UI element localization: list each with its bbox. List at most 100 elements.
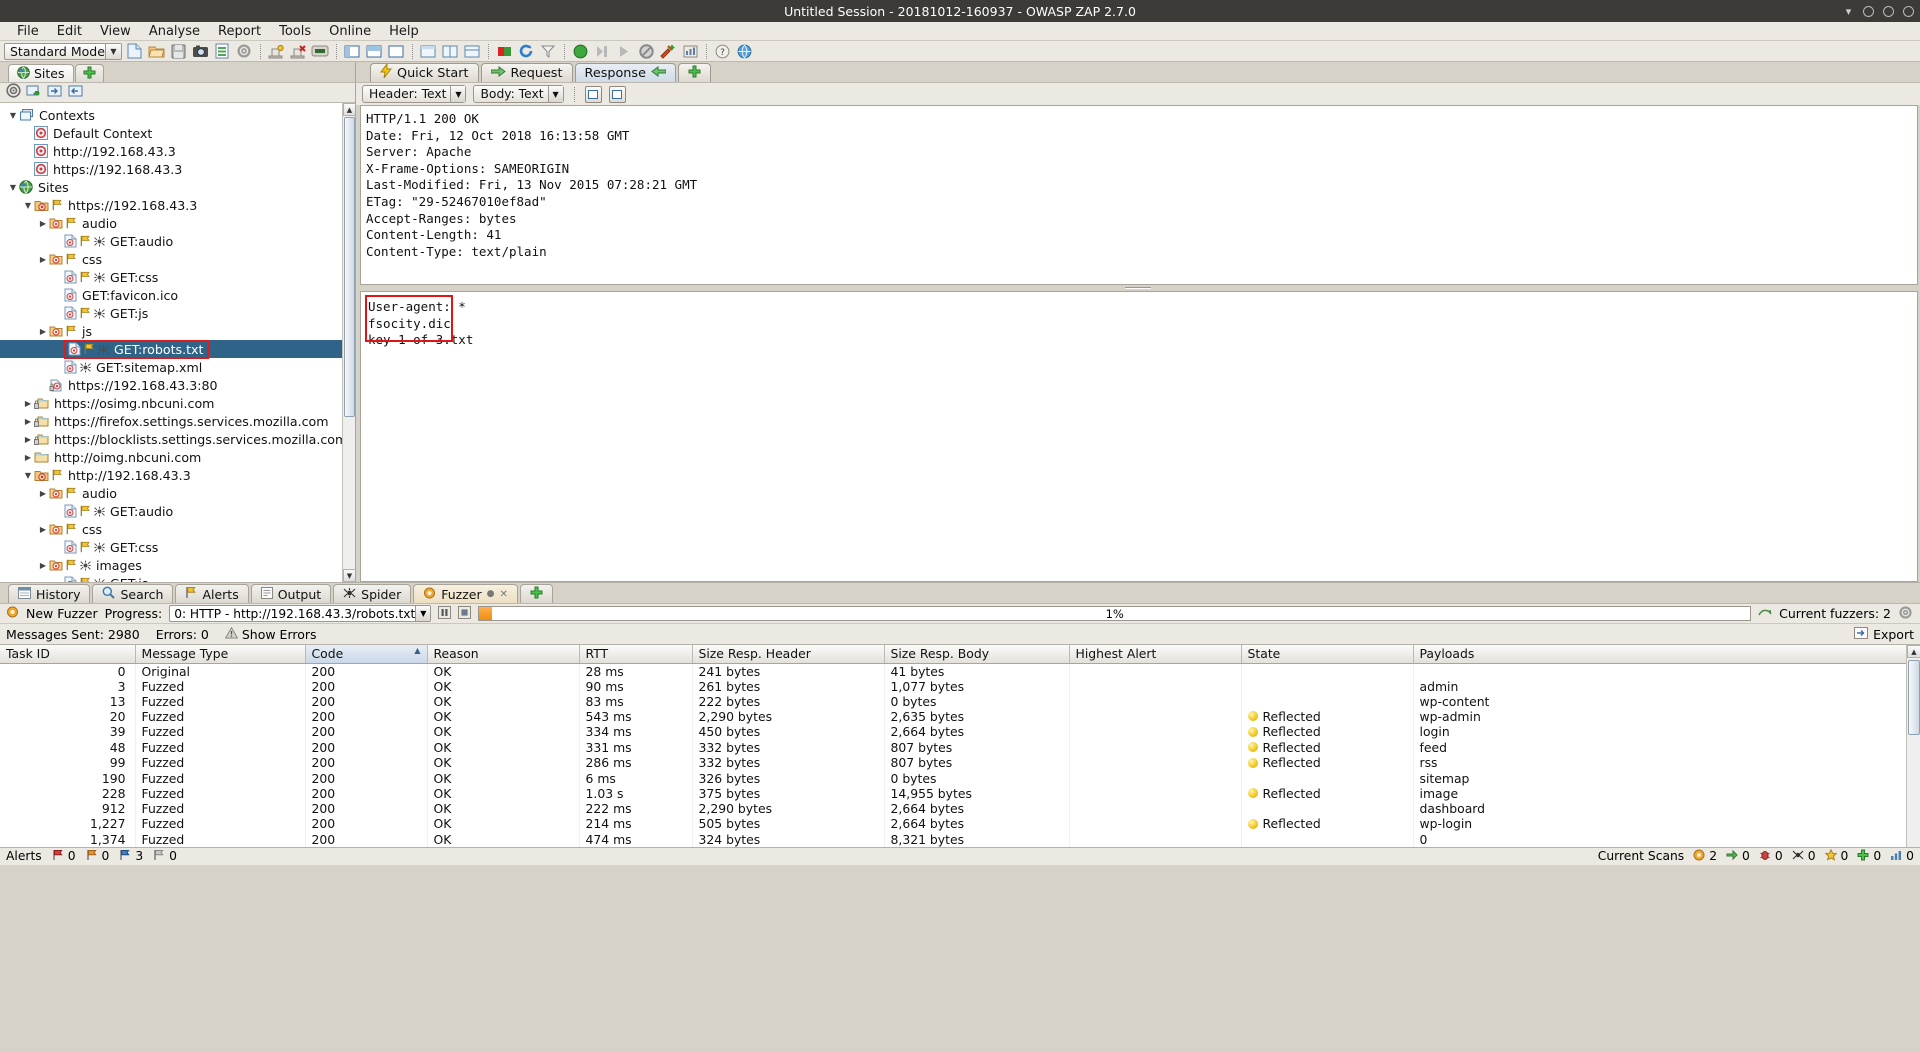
sites-tabstrip[interactable]: Sites	[0, 62, 355, 82]
break-icon[interactable]	[637, 42, 656, 61]
tree-toggle-expanded-icon[interactable]: ▼	[22, 201, 34, 210]
scroll-down-icon[interactable]: ▼	[343, 569, 355, 582]
tree-node-content[interactable]: audio	[49, 216, 117, 231]
alert-count-orange[interactable]: 0	[86, 849, 109, 864]
tree-node-content[interactable]: GET:audio	[64, 504, 173, 519]
tree-node[interactable]: ▼ Contexts	[0, 106, 355, 124]
filter-icon[interactable]	[539, 42, 558, 61]
tree-node[interactable]: GET:js	[0, 304, 355, 322]
tab-output[interactable]: Output	[250, 584, 332, 603]
tree-node-content[interactable]: https://192.168.43.3	[34, 198, 197, 213]
table-row[interactable]: 190 Fuzzed 200 OK 6 ms 326 bytes 0 bytes sitema…	[0, 770, 1920, 786]
tree-node-content[interactable]: css	[49, 252, 102, 267]
column-header-task-id[interactable]: Task ID	[0, 645, 136, 664]
tree-toggle-collapsed-icon[interactable]: ▶	[22, 417, 34, 426]
tree-node-content[interactable]: GET:css	[64, 540, 158, 555]
tree-node[interactable]: GET:css	[0, 268, 355, 286]
tree-node[interactable]: ▼ https://192.168.43.3	[0, 196, 355, 214]
tree-node[interactable]: ▶ audio	[0, 214, 355, 232]
fuzzer-progress-select[interactable]: 0: HTTP - http://192.168.43.3/robots.txt…	[169, 605, 432, 622]
menu-online[interactable]: Online	[320, 23, 380, 40]
sites-tree-scroll-thumb[interactable]	[344, 117, 355, 417]
export-context-icon[interactable]	[68, 84, 84, 102]
scan-count-ajax[interactable]: 0	[1792, 849, 1816, 864]
scan-policy-icon[interactable]	[311, 42, 330, 61]
split-layout-icon[interactable]	[441, 42, 460, 61]
fuzzer-pin-icon[interactable]: ●	[487, 589, 495, 599]
tree-node[interactable]: Default Context	[0, 124, 355, 142]
tab-request[interactable]: Request	[480, 63, 573, 82]
tab-history[interactable]: History	[8, 584, 91, 603]
sites-panel-toolbar[interactable]	[0, 82, 355, 103]
tree-node[interactable]: GET:js	[0, 574, 355, 582]
new-fuzzer-label[interactable]: New Fuzzer	[26, 606, 98, 621]
tree-node-content[interactable]: GET:favicon.ico	[64, 288, 178, 303]
column-header-rtt[interactable]: RTT	[579, 645, 693, 664]
alert-count-grey[interactable]: 0	[153, 849, 177, 864]
expand-layout-icon[interactable]	[419, 42, 438, 61]
tab-response[interactable]: Response	[574, 63, 676, 82]
tree-node[interactable]: http://192.168.43.3	[0, 142, 355, 160]
tree-node-content[interactable]: GET:js	[64, 306, 148, 321]
tree-node-content[interactable]: GET:audio	[64, 234, 173, 249]
chevron-down-icon[interactable]: ▼	[415, 606, 431, 621]
refresh-icon[interactable]	[517, 42, 536, 61]
main-toolbar[interactable]: Standard Mode ▼ ?	[0, 41, 1920, 62]
tree-node[interactable]: ▶ images	[0, 556, 355, 574]
continue-icon[interactable]	[615, 42, 634, 61]
tree-node-content[interactable]: GET:css	[64, 270, 158, 285]
tab-search[interactable]: Search	[92, 584, 174, 603]
tab-add-panel[interactable]	[74, 64, 104, 82]
scan-count-fuzzer[interactable]: 2	[1693, 849, 1717, 864]
scan-count-plus[interactable]: 0	[1857, 849, 1881, 864]
table-row[interactable]: 228 Fuzzed 200 OK 1.03 s 375 bytes 14,955 byte…	[0, 785, 1920, 801]
tab-add-message-panel[interactable]	[677, 63, 711, 82]
tab-quick-start[interactable]: Quick Start	[370, 62, 479, 82]
scope-icon[interactable]	[6, 83, 21, 102]
full-layout-icon[interactable]	[463, 42, 482, 61]
tree-node-content[interactable]: images	[49, 558, 142, 573]
tree-node[interactable]: GET:css	[0, 538, 355, 556]
mode-select[interactable]: Standard Mode ▼	[4, 42, 122, 60]
tree-toggle-expanded-icon[interactable]: ▼	[7, 183, 19, 192]
menu-tools[interactable]: Tools	[270, 23, 320, 40]
tree-node[interactable]: ▶ http://oimg.nbcuni.com	[0, 448, 355, 466]
new-fuzzer-icon[interactable]	[6, 606, 19, 621]
snapshot-icon[interactable]	[191, 42, 210, 61]
column-header-highest-alert[interactable]: Highest Alert	[1069, 645, 1242, 664]
session-properties-icon[interactable]	[213, 42, 232, 61]
new-session-icon[interactable]	[125, 42, 144, 61]
fuzzer-options-gear-icon[interactable]	[1898, 605, 1913, 623]
tree-toggle-collapsed-icon[interactable]: ▶	[37, 219, 49, 228]
show-errors-button[interactable]: Show Errors	[224, 626, 317, 642]
bottom-tabstrip[interactable]: History Search Alerts Output Spider Fuzz…	[0, 582, 1920, 603]
column-header-payloads[interactable]: Payloads	[1413, 645, 1920, 664]
fuzzer-results-table[interactable]: Task ID Message Type Code ▲ Reason RTT Size Re…	[0, 645, 1920, 847]
tab-alerts[interactable]: Alerts	[175, 584, 249, 603]
tree-node-content[interactable]: GET:js	[64, 576, 148, 582]
window-controls[interactable]: ▾	[1843, 0, 1914, 22]
response-header-view[interactable]: HTTP/1.1 200 OK Date: Fri, 12 Oct 2018 1…	[360, 105, 1918, 285]
panel-layout-3-icon[interactable]	[387, 42, 406, 61]
browser-icon[interactable]	[735, 42, 754, 61]
tree-node[interactable]: ▶ https://osimg.nbcuni.com	[0, 394, 355, 412]
sites-tree[interactable]: ▼ Contexts Default Context http://192.168.4…	[0, 103, 355, 582]
table-row[interactable]: 1,374 Fuzzed 200 OK 474 ms 324 bytes 8,321 byt…	[0, 831, 1920, 847]
stats-icon[interactable]	[681, 42, 700, 61]
tab-sites[interactable]: Sites	[8, 64, 74, 82]
tree-node-content[interactable]: http://192.168.43.3	[34, 144, 176, 159]
single-view-icon[interactable]	[608, 85, 626, 103]
column-header-message-type[interactable]: Message Type	[135, 645, 306, 664]
import-context-icon[interactable]	[47, 84, 63, 102]
menu-analyse[interactable]: Analyse	[140, 23, 209, 40]
table-row[interactable]: 13 Fuzzed 200 OK 83 ms 222 bytes 0 bytes wp-con…	[0, 693, 1920, 709]
remove-addon-icon[interactable]	[289, 42, 308, 61]
start-icon[interactable]	[571, 42, 590, 61]
alert-count-blue[interactable]: 3	[119, 849, 143, 864]
response-body-view[interactable]: User-agent: * fsocity.dic key-1-of-3.txt	[360, 291, 1918, 582]
tree-node[interactable]: https://192.168.43.3	[0, 160, 355, 178]
tree-toggle-collapsed-icon[interactable]: ▶	[37, 255, 49, 264]
table-scrollbar[interactable]: ▲	[1906, 645, 1920, 847]
tree-toggle-collapsed-icon[interactable]: ▶	[37, 525, 49, 534]
manage-addons-icon[interactable]	[267, 42, 286, 61]
